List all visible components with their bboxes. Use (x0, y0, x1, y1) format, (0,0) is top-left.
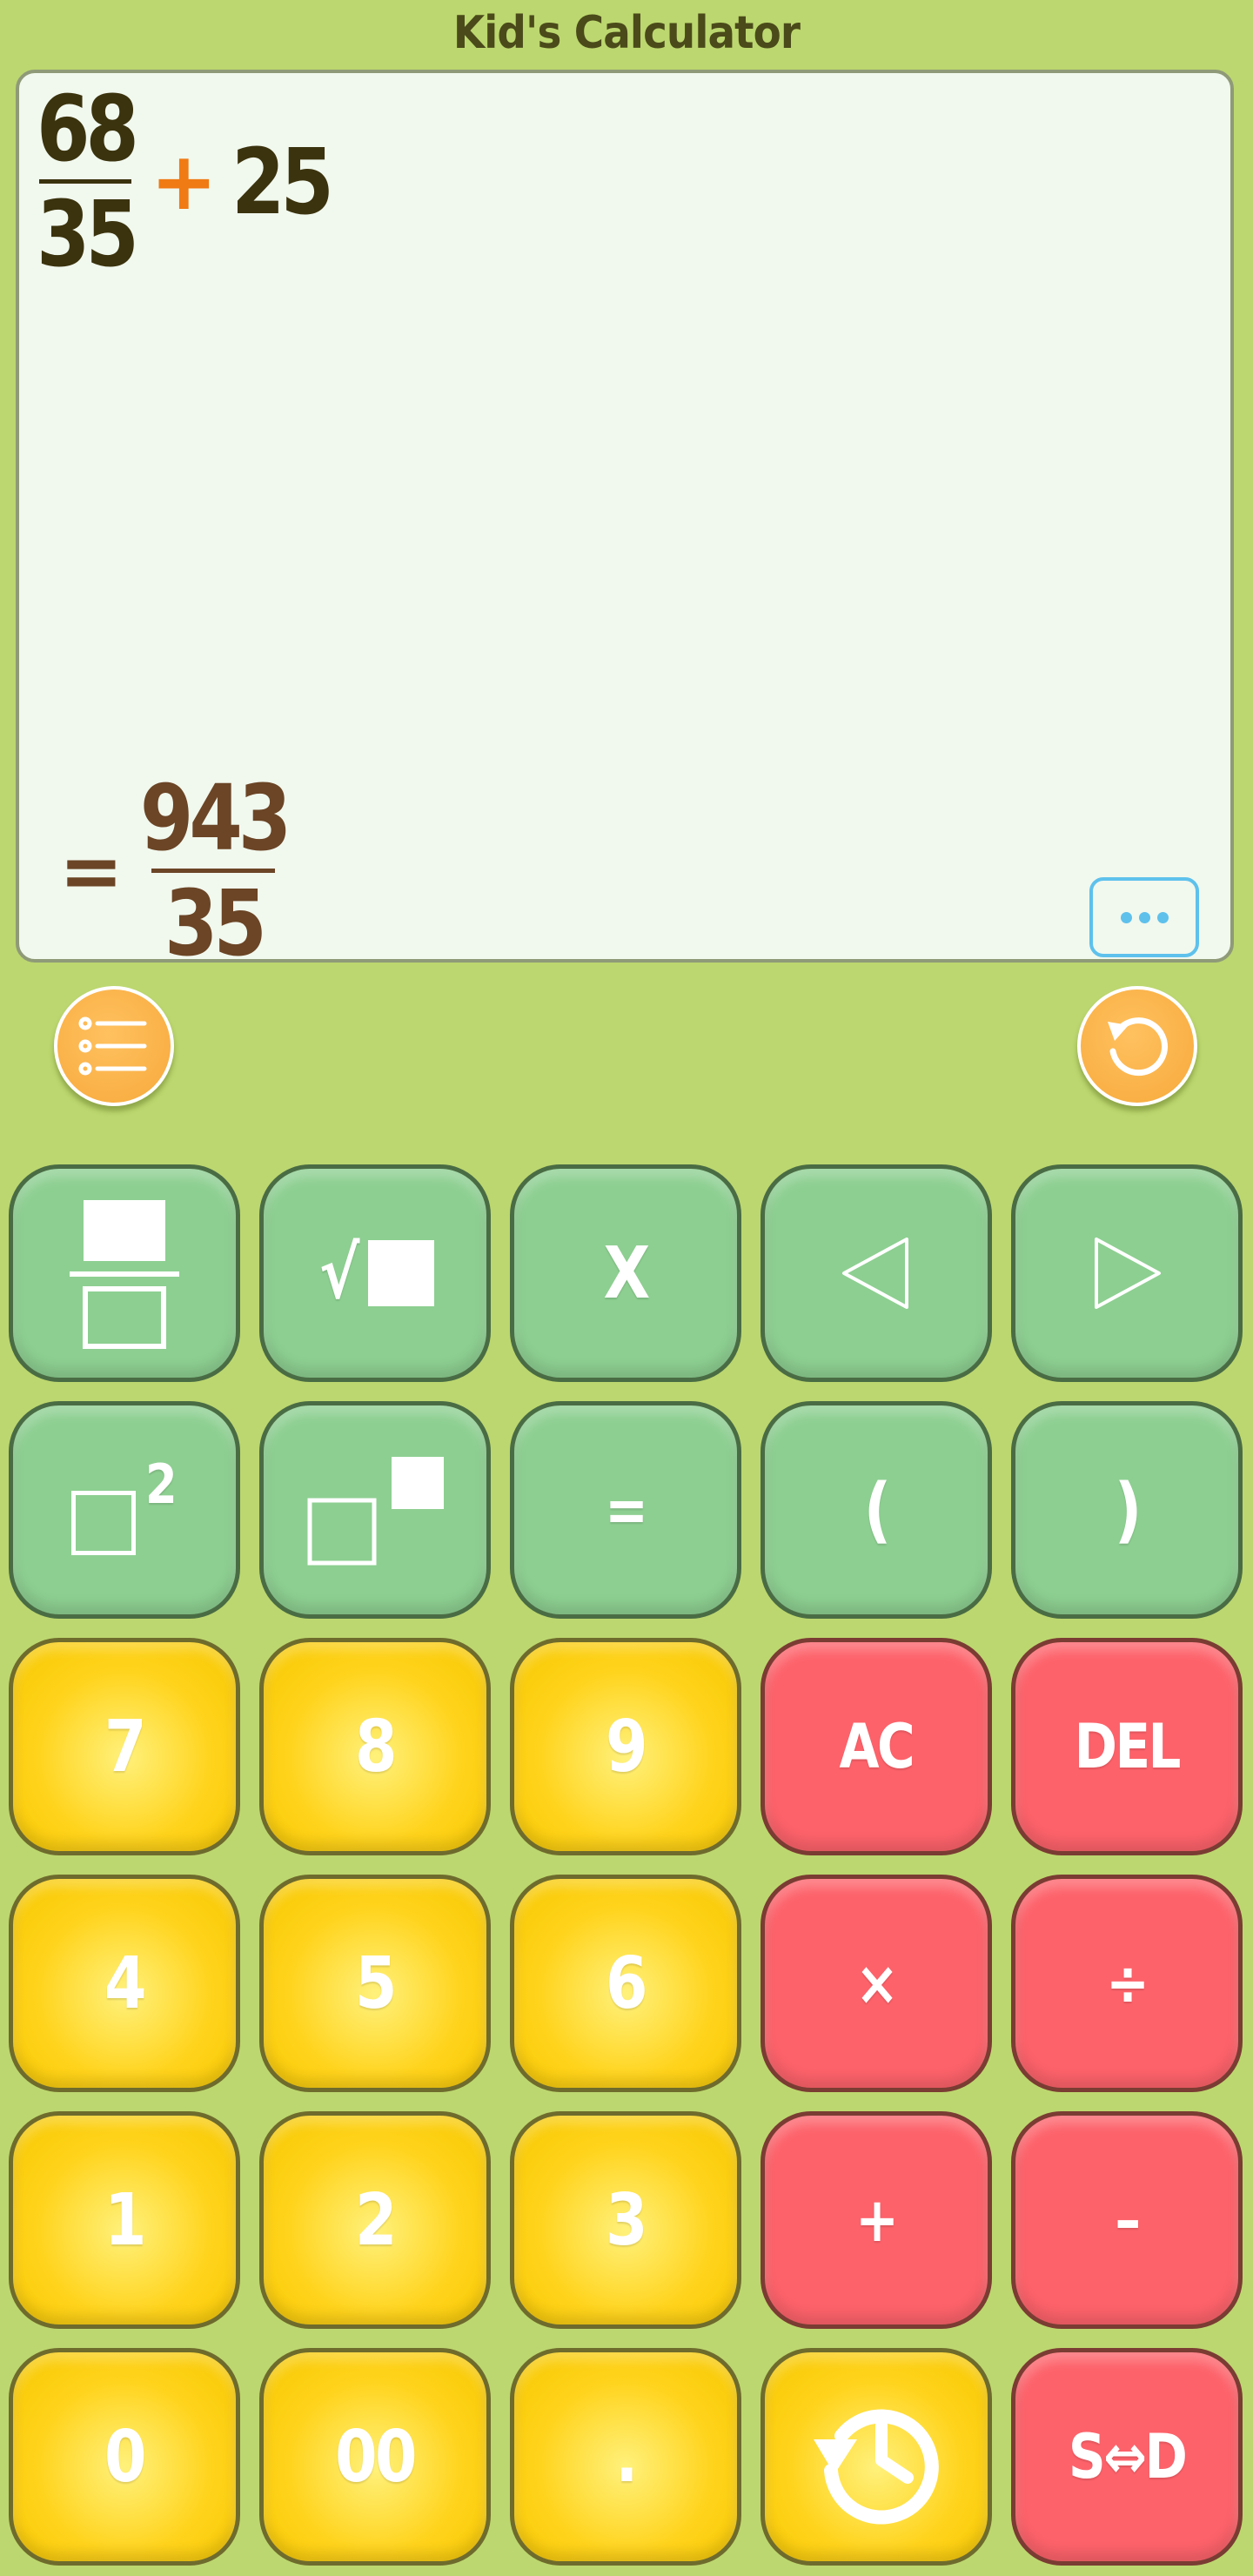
more-options-button[interactable] (1089, 877, 1199, 957)
fraction-key[interactable] (9, 1164, 240, 1382)
triangle-right-icon (1095, 1238, 1161, 1309)
equals-key[interactable]: = (510, 1401, 741, 1619)
display-panel: 68 35 + 25 = 943 35 (16, 70, 1234, 972)
digit-2-label: 2 (355, 2178, 398, 2262)
digit-8-key[interactable]: 8 (259, 1638, 491, 1855)
decimal-point-label: . (615, 2415, 638, 2499)
result-numerator: 943 (139, 765, 291, 871)
equals-label: = (605, 1474, 648, 1546)
fraction-template-icon (70, 1200, 179, 1349)
expression-term: 25 (231, 128, 334, 235)
digit-1-key[interactable]: 1 (9, 2111, 240, 2329)
close-paren-label: ) (1114, 1468, 1142, 1552)
result-denominator: 35 (164, 870, 267, 976)
close-paren-key[interactable]: ) (1011, 1401, 1243, 1619)
result-equals: = (59, 826, 124, 916)
fraction-denominator: 35 (36, 181, 139, 287)
reset-button[interactable] (1077, 986, 1197, 1106)
convert-label: S⇔D (1068, 2421, 1188, 2492)
digit-2-key[interactable]: 2 (259, 2111, 491, 2329)
expression-operator: + (150, 135, 218, 228)
plus-key[interactable]: + (761, 2111, 992, 2329)
result-fraction: 943 35 (127, 769, 300, 972)
all-clear-key[interactable]: AC (761, 1638, 992, 1855)
divide-key[interactable]: ÷ (1011, 1875, 1243, 2092)
open-paren-key[interactable]: ( (761, 1401, 992, 1619)
ellipsis-icon-dot (1156, 911, 1169, 923)
triangle-left-icon (842, 1238, 908, 1309)
digit-9-label: 9 (606, 1705, 648, 1788)
cursor-right-key[interactable] (1011, 1164, 1243, 1382)
minus-key[interactable]: – (1011, 2111, 1243, 2329)
list-icon (78, 1016, 147, 1076)
placeholder-box-icon (70, 1491, 136, 1555)
plus-label: + (855, 2184, 899, 2256)
digit-0-key[interactable]: 0 (9, 2348, 240, 2566)
refresh-icon (1108, 1017, 1168, 1077)
digit-1-label: 1 (104, 2178, 147, 2262)
power-key[interactable] (259, 1401, 491, 1619)
digit-6-key[interactable]: 6 (510, 1875, 741, 2092)
digit-4-key[interactable]: 4 (9, 1875, 240, 2092)
sqrt-symbol: √ (319, 1231, 359, 1315)
open-paren-label: ( (863, 1468, 891, 1552)
minus-label: – (1115, 2184, 1141, 2256)
placeholder-box-icon (367, 1240, 434, 1306)
cursor-left-key[interactable] (761, 1164, 992, 1382)
delete-key[interactable]: DEL (1011, 1638, 1243, 1855)
digit-3-key[interactable]: 3 (510, 2111, 741, 2329)
fraction-numerator: 68 (36, 76, 139, 182)
digit-6-label: 6 (606, 1942, 648, 2025)
app-title: Kid's Calculator (452, 7, 801, 59)
digit-7-label: 7 (104, 1705, 147, 1788)
digit-4-label: 4 (104, 1942, 147, 2025)
divide-label: ÷ (1106, 1948, 1149, 2019)
ellipsis-icon (1120, 911, 1132, 923)
digit-8-label: 8 (355, 1705, 398, 1788)
multiply-key[interactable]: × (761, 1875, 992, 2092)
double-zero-label: 00 (335, 2415, 417, 2499)
result: = 943 35 (59, 769, 300, 972)
exponent-two: 2 (144, 1452, 178, 1516)
delete-label: DEL (1074, 1711, 1182, 1782)
fraction-decimal-convert-key[interactable]: S⇔D (1011, 2348, 1243, 2566)
ellipsis-icon-dot (1138, 911, 1150, 923)
digit-5-label: 5 (355, 1942, 398, 2025)
multiply-label: × (855, 1948, 899, 2019)
square-key[interactable]: 2 (9, 1401, 240, 1619)
history-clock-icon (814, 2409, 939, 2525)
double-zero-key[interactable]: 00 (259, 2348, 491, 2566)
all-clear-label: AC (839, 1711, 915, 1782)
sqrt-key[interactable]: √ (259, 1164, 491, 1382)
digit-7-key[interactable]: 7 (9, 1638, 240, 1855)
history-key[interactable] (761, 2348, 992, 2566)
digit-0-label: 0 (104, 2415, 147, 2499)
variable-x-key[interactable]: X (510, 1164, 741, 1382)
expression-fraction: 68 35 (28, 80, 144, 283)
variable-x-label: X (603, 1231, 650, 1315)
expression: 68 35 + 25 (28, 80, 338, 283)
digit-5-key[interactable]: 5 (259, 1875, 491, 2092)
power-template-icon (307, 1457, 444, 1566)
digit-3-label: 3 (606, 2178, 648, 2262)
decimal-point-key[interactable]: . (510, 2348, 741, 2566)
menu-button[interactable] (54, 986, 174, 1106)
digit-9-key[interactable]: 9 (510, 1638, 741, 1855)
